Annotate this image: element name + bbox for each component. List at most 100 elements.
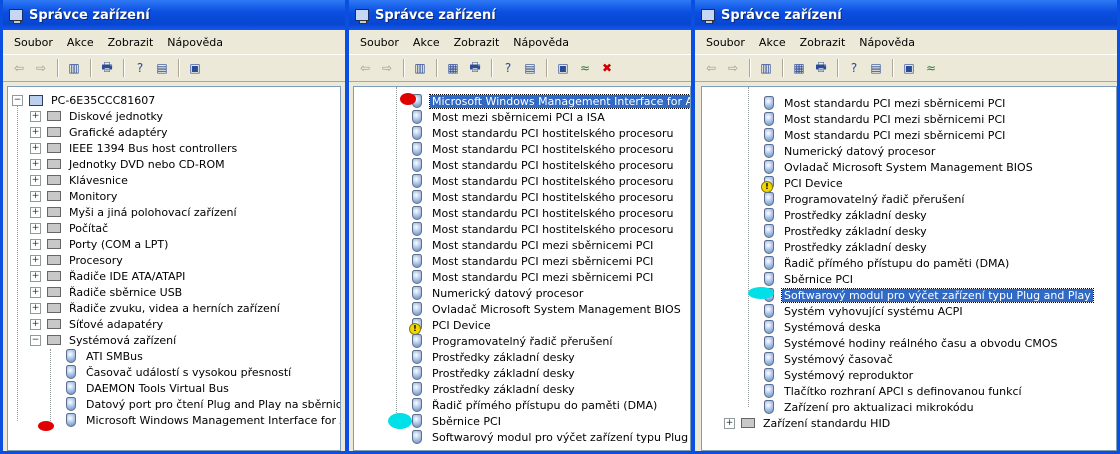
tree-device[interactable]: Systémová deska	[762, 319, 883, 335]
print-icon[interactable]: 🖶	[811, 59, 831, 77]
expand-icon[interactable]: +	[30, 302, 41, 314]
tree-device[interactable]: Prostředky základní desky	[762, 223, 929, 239]
tree-device[interactable]: Most standardu PCI mezi sběrnicemi PCI	[410, 269, 655, 285]
tree-device[interactable]: Softwarový modul pro výčet zařízení typu…	[410, 429, 690, 445]
tree-device[interactable]: Prostředky základní desky	[410, 381, 577, 397]
help-icon[interactable]: ?	[498, 59, 518, 77]
expand-icon[interactable]: +	[30, 238, 41, 250]
expand-icon[interactable]: +	[30, 206, 41, 218]
show-hide-tree-icon[interactable]: ▥	[756, 59, 776, 77]
show-hide-tree-icon[interactable]: ▥	[410, 59, 430, 77]
expand-icon[interactable]: +	[30, 174, 41, 186]
tree-device[interactable]: Most standardu PCI mezi sběrnicemi PCI	[410, 253, 655, 269]
title-bar[interactable]: Správce zařízení	[3, 0, 345, 30]
tree-device[interactable]: Microsoft Windows Management Interface f…	[410, 93, 690, 109]
tree-device[interactable]: Zařízení pro aktualizaci mikrokódu	[762, 399, 976, 415]
expand-icon[interactable]: +	[30, 318, 41, 330]
update-driver-icon[interactable]: ≈	[575, 59, 595, 77]
title-bar[interactable]: Správce zařízení	[349, 0, 691, 30]
collapse-icon[interactable]: −	[12, 94, 23, 106]
expand-icon[interactable]: +	[30, 110, 41, 122]
tree-device[interactable]: Řadič přímého přístupu do paměti (DMA)	[410, 397, 659, 413]
tree-device[interactable]: Most mezi sběrnicemi PCI a ISA	[410, 109, 607, 125]
show-hide-tree-icon[interactable]: ▥	[64, 59, 84, 77]
back-arrow-icon[interactable]: ⇦	[9, 59, 29, 77]
tree-category[interactable]: + Klávesnice	[30, 172, 130, 188]
tree-device[interactable]: Prostředky základní desky	[410, 349, 577, 365]
tree-device[interactable]: Most standardu PCI hostitelského proceso…	[410, 125, 675, 141]
menu-view[interactable]: Zobrazit	[101, 34, 161, 51]
menu-file[interactable]: Soubor	[699, 34, 752, 51]
back-arrow-icon[interactable]: ⇦	[355, 59, 375, 77]
tree-device[interactable]: Most standardu PCI hostitelského proceso…	[410, 205, 675, 221]
tree-category[interactable]: + Síťové adapatéry	[30, 316, 165, 332]
scan-hardware-icon[interactable]: ▣	[185, 59, 205, 77]
tree-device[interactable]: Časovač událostí s vysokou přesností	[64, 364, 293, 380]
tree-device[interactable]: Numerický datový procesor	[762, 143, 937, 159]
tree-device[interactable]: Numerický datový procesor	[410, 285, 585, 301]
tree-device[interactable]: PCI Device	[761, 175, 845, 193]
expand-icon[interactable]: +	[30, 286, 41, 298]
uninstall-icon[interactable]: ✖	[597, 59, 617, 77]
tree-category[interactable]: − Systémová zařízení	[30, 332, 178, 348]
tree-device[interactable]: Ovladač Microsoft System Management BIOS	[410, 301, 683, 317]
title-bar[interactable]: Správce zařízení	[695, 0, 1117, 30]
menu-help[interactable]: Nápověda	[160, 34, 230, 51]
tree-category[interactable]: + Jednotky DVD nebo CD-ROM	[30, 156, 227, 172]
scan-hardware-icon[interactable]: ▣	[553, 59, 573, 77]
tree-device[interactable]: Prostředky základní desky	[762, 239, 929, 255]
tree-device[interactable]: Sběrnice PCI	[762, 271, 855, 287]
tree-device[interactable]: PCI Device	[409, 317, 493, 335]
tree-device[interactable]: Systémový reproduktor	[762, 367, 915, 383]
menu-help[interactable]: Nápověda	[852, 34, 922, 51]
tree-category[interactable]: + Diskové jednotky	[30, 108, 165, 124]
tree-device[interactable]: Tlačítko rozhraní APCI s definovanou fun…	[762, 383, 1024, 399]
menu-action[interactable]: Akce	[752, 34, 793, 51]
tree-device[interactable]: Prostředky základní desky	[762, 207, 929, 223]
tree-category[interactable]: + Řadiče zvuku, videa a herních zařízení	[30, 300, 282, 316]
menu-file[interactable]: Soubor	[353, 34, 406, 51]
tree-device[interactable]: Microsoft Windows Management Interface f…	[64, 412, 340, 428]
help-icon[interactable]: ?	[844, 59, 864, 77]
tree-device[interactable]: Most standardu PCI mezi sběrnicemi PCI	[762, 127, 1007, 143]
tree-category[interactable]: + Porty (COM a LPT)	[30, 236, 170, 252]
expand-icon[interactable]: +	[30, 222, 41, 234]
menu-view[interactable]: Zobrazit	[447, 34, 507, 51]
tree-device[interactable]: ATI SMBus	[64, 348, 145, 364]
back-arrow-icon[interactable]: ⇦	[701, 59, 721, 77]
tree-device[interactable]: Most standardu PCI hostitelského proceso…	[410, 157, 675, 173]
tree-device[interactable]: DAEMON Tools Virtual Bus	[64, 380, 231, 396]
tree-category[interactable]: + IEEE 1394 Bus host controllers	[30, 140, 239, 156]
tree-category[interactable]: + Řadiče sběrnice USB	[30, 284, 184, 300]
expand-icon[interactable]: +	[724, 417, 735, 429]
tree-category[interactable]: + Grafické adaptéry	[30, 124, 170, 140]
tree-device[interactable]: Softwarový modul pro výčet zařízení typu…	[762, 287, 1094, 303]
view-icon[interactable]: ▤	[866, 59, 886, 77]
print-icon[interactable]: 🖶	[465, 59, 485, 77]
tree-device[interactable]: Most standardu PCI mezi sběrnicemi PCI	[762, 111, 1007, 127]
tree-category[interactable]: + Myši a jiná polohovací zařízení	[30, 204, 239, 220]
forward-arrow-icon[interactable]: ⇨	[377, 59, 397, 77]
expand-icon[interactable]: +	[30, 254, 41, 266]
properties-icon[interactable]: ▦	[789, 59, 809, 77]
tree-category[interactable]: + Monitory	[30, 188, 119, 204]
tree-category[interactable]: + Zařízení standardu HID	[724, 415, 892, 431]
scan-hardware-icon[interactable]: ▣	[899, 59, 919, 77]
tree-device[interactable]: Most standardu PCI hostitelského proceso…	[410, 189, 675, 205]
tree-device[interactable]: Most standardu PCI mezi sběrnicemi PCI	[410, 237, 655, 253]
tree-device[interactable]: Most standardu PCI hostitelského proceso…	[410, 141, 675, 157]
expand-icon[interactable]: +	[30, 190, 41, 202]
expand-icon[interactable]: +	[30, 270, 41, 282]
tree-category[interactable]: + Procesory	[30, 252, 125, 268]
tree-device[interactable]: Datový port pro čtení Plug and Play na s…	[64, 396, 340, 412]
menu-action[interactable]: Akce	[60, 34, 101, 51]
tree-device[interactable]: Most standardu PCI mezi sběrnicemi PCI	[762, 95, 1007, 111]
tree-device[interactable]: Programovatelný řadič přerušení	[410, 333, 614, 349]
print-icon[interactable]: 🖶	[97, 59, 117, 77]
help-icon[interactable]: ?	[130, 59, 150, 77]
properties-icon[interactable]: ▦	[443, 59, 463, 77]
tree-device[interactable]: Řadič přímého přístupu do paměti (DMA)	[762, 255, 1011, 271]
tree-device[interactable]: Programovatelný řadič přerušení	[762, 191, 966, 207]
view-icon[interactable]: ▤	[520, 59, 540, 77]
tree-category[interactable]: + Řadiče IDE ATA/ATAPI	[30, 268, 187, 284]
